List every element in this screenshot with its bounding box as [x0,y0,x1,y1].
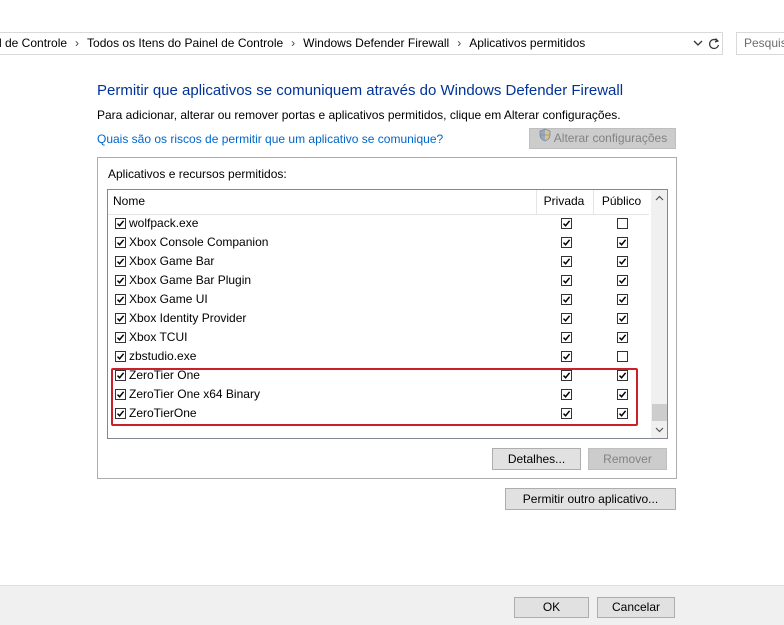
app-name: Xbox Game UI [129,292,208,306]
enable-checkbox[interactable] [115,218,126,229]
address-bar[interactable]: l de Controle › Todos os Itens do Painel d… [0,32,723,55]
group-label: Aplicativos e recursos permitidos: [108,167,287,181]
list-item[interactable]: zbstudio.exe [108,347,649,366]
public-checkbox[interactable] [617,256,628,267]
page-description: Para adicionar, alterar ou remover porta… [97,108,621,122]
enable-checkbox[interactable] [115,275,126,286]
enable-checkbox[interactable] [115,313,126,324]
enable-checkbox[interactable] [115,256,126,267]
private-checkbox[interactable] [561,313,572,324]
search-input[interactable]: Pesquis [736,32,784,55]
private-checkbox[interactable] [561,332,572,343]
remove-button[interactable]: Remover [588,448,667,470]
refresh-icon[interactable] [706,35,722,52]
change-settings-label: Alterar configurações [553,131,668,146]
list-item[interactable]: Xbox TCUI [108,328,649,347]
vertical-scrollbar[interactable] [651,190,667,438]
shield-icon [538,128,552,148]
breadcrumb-control-panel[interactable]: l de Controle [0,33,67,54]
app-name: Xbox TCUI [129,330,188,344]
chevron-up-icon[interactable] [651,190,667,207]
enable-checkbox[interactable] [115,294,126,305]
scrollbar-thumb[interactable] [652,404,667,421]
breadcrumb-allowed-apps[interactable]: Aplicativos permitidos [469,33,585,54]
app-name: Xbox Game Bar [129,254,215,268]
page-title: Permitir que aplicativos se comuniquem a… [97,82,624,99]
search-placeholder: Pesquis [744,36,784,50]
risk-link[interactable]: Quais são os riscos de permitir que um a… [97,132,443,146]
column-header-public[interactable]: Público [593,190,650,214]
list-item[interactable]: Xbox Game Bar Plugin [108,271,649,290]
app-name: zbstudio.exe [129,349,197,363]
details-button[interactable]: Detalhes... [492,448,581,470]
breadcrumb-firewall[interactable]: Windows Defender Firewall [303,33,449,54]
highlight-box [111,368,638,426]
app-name: Xbox Console Companion [129,235,269,249]
enable-checkbox[interactable] [115,332,126,343]
breadcrumb-separator-icon[interactable]: › [283,33,303,54]
enable-checkbox[interactable] [115,351,126,362]
private-checkbox[interactable] [561,351,572,362]
public-checkbox[interactable] [617,332,628,343]
breadcrumb-all-items[interactable]: Todos os Itens do Painel de Controle [87,33,283,54]
list-item[interactable]: Xbox Console Companion [108,233,649,252]
enable-checkbox[interactable] [115,237,126,248]
breadcrumb-separator-icon[interactable]: › [449,33,469,54]
private-checkbox[interactable] [561,237,572,248]
list-item[interactable]: Xbox Game Bar [108,252,649,271]
list-item[interactable]: wolfpack.exe [108,214,649,233]
private-checkbox[interactable] [561,218,572,229]
allow-other-app-button[interactable]: Permitir outro aplicativo... [505,488,676,510]
column-header-private[interactable]: Privada [536,190,592,214]
chevron-down-icon[interactable] [691,35,705,52]
list-item[interactable]: Xbox Identity Provider [108,309,649,328]
public-checkbox[interactable] [617,275,628,286]
private-checkbox[interactable] [561,275,572,286]
app-name: Xbox Game Bar Plugin [129,273,252,287]
private-checkbox[interactable] [561,294,572,305]
public-checkbox[interactable] [617,351,628,362]
public-checkbox[interactable] [617,237,628,248]
column-header-name[interactable]: Nome [113,190,145,214]
breadcrumb: l de Controle › Todos os Itens do Painel d… [0,33,585,54]
ok-button[interactable]: OK [514,597,589,618]
chevron-down-icon[interactable] [651,421,667,438]
cancel-button[interactable]: Cancelar [597,597,675,618]
breadcrumb-separator-icon[interactable]: › [67,33,87,54]
app-name: wolfpack.exe [129,216,199,230]
list-header: Nome Privada Público [108,190,649,215]
app-name: Xbox Identity Provider [129,311,247,325]
private-checkbox[interactable] [561,256,572,267]
public-checkbox[interactable] [617,313,628,324]
change-settings-button[interactable]: Alterar configurações [529,128,676,149]
public-checkbox[interactable] [617,218,628,229]
list-item[interactable]: Xbox Game UI [108,290,649,309]
public-checkbox[interactable] [617,294,628,305]
